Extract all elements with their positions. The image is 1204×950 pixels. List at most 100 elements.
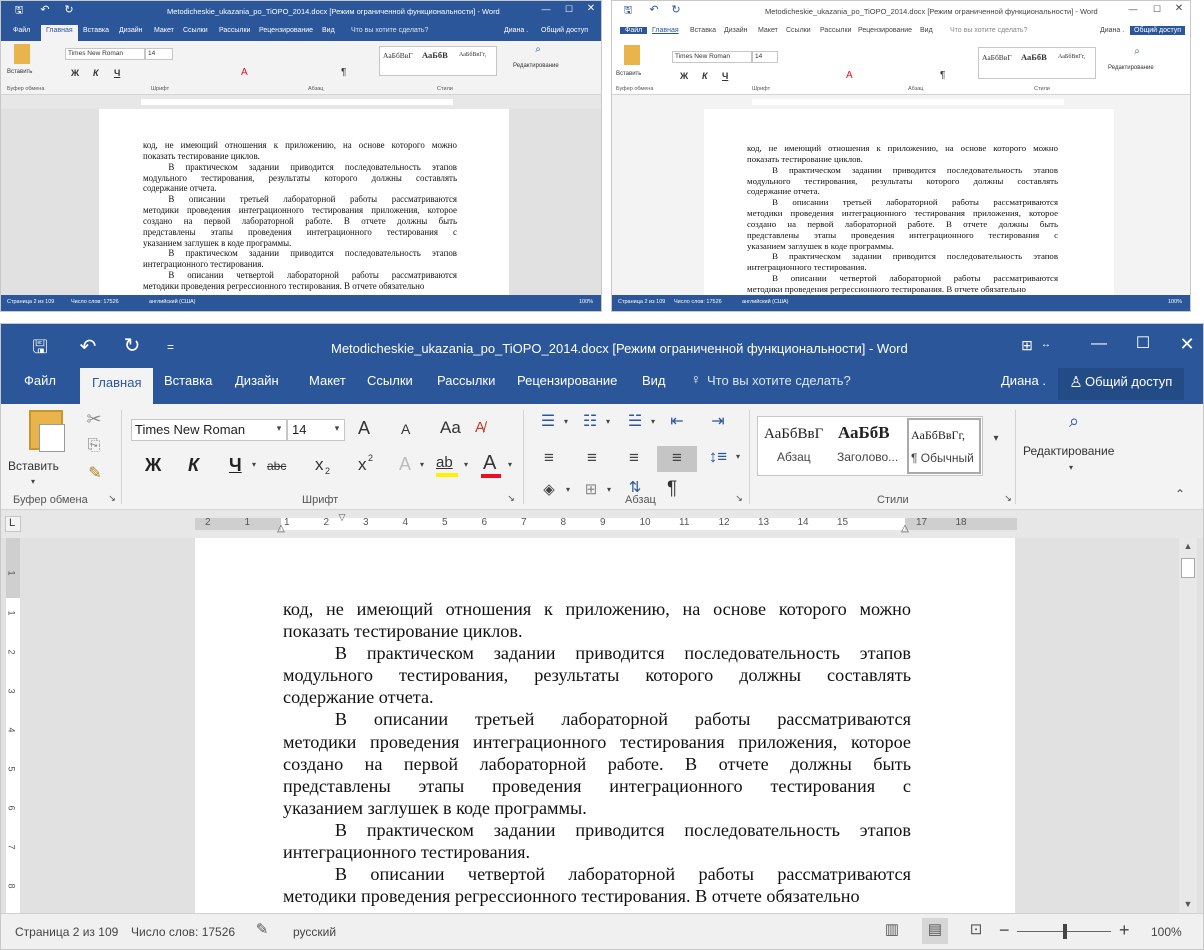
page-count-status[interactable]: Страница 2 из 109 bbox=[618, 299, 665, 305]
align-left-icon[interactable]: ≡ bbox=[538, 449, 560, 466]
underline-button[interactable]: Ч bbox=[229, 455, 242, 476]
tab-mailings[interactable]: Рассылки bbox=[820, 27, 851, 34]
style-sample-normal[interactable]: АаБбВвГг, bbox=[1058, 54, 1085, 60]
proofing-icon[interactable]: ✎ bbox=[253, 922, 271, 937]
tab-references[interactable]: Ссылки bbox=[786, 27, 811, 34]
highlight-button[interactable]: ab bbox=[436, 454, 453, 471]
tab-home[interactable]: Главная bbox=[41, 25, 78, 41]
format-painter-icon[interactable]: ✎ bbox=[85, 466, 105, 482]
borders-dropdown-icon[interactable]: ▾ bbox=[604, 486, 614, 494]
align-right-icon[interactable]: ≡ bbox=[623, 449, 645, 466]
numbering-dropdown-icon[interactable]: ▾ bbox=[603, 418, 613, 426]
document-line[interactable]: методики проведения регрессионного тести… bbox=[283, 885, 911, 907]
document-line[interactable]: интеграционного тестирования. bbox=[283, 841, 911, 863]
maximize-icon[interactable]: ☐ bbox=[1133, 336, 1153, 352]
word-count-status[interactable]: Число слов: 17526 bbox=[674, 299, 722, 305]
style-sample-normal[interactable]: АаБбВвГг, bbox=[459, 52, 486, 58]
superscript-button[interactable]: x bbox=[358, 455, 367, 475]
text-effects-button[interactable]: A bbox=[399, 454, 411, 475]
document-line[interactable]: В практическом задании приводится послед… bbox=[747, 251, 1058, 262]
close-icon[interactable]: ✕ bbox=[1177, 335, 1197, 353]
tab-file[interactable]: Файл bbox=[24, 373, 56, 388]
search-icon[interactable]: ⌕ bbox=[531, 45, 545, 55]
grow-font-button[interactable]: A bbox=[358, 418, 370, 439]
tab-references[interactable]: Ссылки bbox=[183, 27, 208, 34]
align-center-icon[interactable]: ≡ bbox=[581, 449, 603, 466]
tab-file[interactable]: Файл bbox=[13, 27, 30, 34]
editing-label[interactable]: Редактирование bbox=[513, 63, 559, 69]
page-count-status[interactable]: Страница 2 из 109 bbox=[15, 925, 118, 939]
vertical-scrollbar[interactable]: ▲ ▼ bbox=[1179, 538, 1197, 915]
document-line[interactable]: создано на первой лабораторной работе. В… bbox=[747, 219, 1058, 230]
document-line[interactable]: интеграционного тестирования. bbox=[143, 259, 457, 270]
zoom-level[interactable]: 100% bbox=[1151, 925, 1182, 939]
document-line[interactable]: В описании третьей лабораторной работы р… bbox=[747, 197, 1058, 208]
redo-icon[interactable]: ↻ bbox=[63, 5, 75, 16]
document-line[interactable]: содержание отчета. bbox=[283, 686, 911, 708]
redo-icon[interactable]: ↻ bbox=[121, 336, 143, 356]
tab-mailings[interactable]: Рассылки bbox=[219, 27, 250, 34]
tab-home[interactable]: Главная bbox=[80, 368, 154, 404]
style-sample-abzac[interactable]: АаБбВвГ bbox=[982, 53, 1012, 62]
document-line[interactable]: методики проведения интеграционного тест… bbox=[143, 205, 457, 216]
tab-layout[interactable]: Макет bbox=[154, 27, 174, 34]
styles-more-icon[interactable]: ▾ bbox=[989, 434, 1003, 444]
justify-icon[interactable]: ≡ bbox=[666, 449, 688, 466]
document-line[interactable]: показать тестирование циклов. bbox=[283, 620, 911, 642]
tab-view[interactable]: Вид bbox=[322, 27, 335, 34]
document-line[interactable]: методики проведения регрессионного тести… bbox=[143, 281, 457, 292]
zoom-slider-thumb[interactable] bbox=[1063, 924, 1067, 939]
numbering-icon[interactable]: ☷ bbox=[579, 414, 601, 430]
shrink-font-button[interactable]: A bbox=[401, 421, 410, 437]
language-status[interactable]: английский (США) bbox=[149, 299, 196, 305]
scroll-up-icon[interactable]: ▲ bbox=[1182, 542, 1194, 551]
borders-icon[interactable]: ⊞ bbox=[581, 482, 601, 497]
document-line[interactable]: код, не имеющий отношения к приложению, … bbox=[143, 140, 457, 151]
read-mode-icon[interactable]: ▥ bbox=[883, 922, 901, 937]
paste-label[interactable]: Вставить bbox=[8, 459, 59, 473]
document-line[interactable]: В практическом задании приводится послед… bbox=[143, 162, 457, 173]
font-color-button[interactable]: A bbox=[241, 67, 248, 78]
bullets-icon[interactable]: ☰ bbox=[537, 414, 559, 430]
tab-home[interactable]: Главная bbox=[652, 27, 679, 34]
underline-button[interactable]: Ч bbox=[114, 68, 120, 78]
document-line[interactable]: методики проведения интеграционного тест… bbox=[747, 208, 1058, 219]
document-line[interactable]: В описании четвертой лабораторной работы… bbox=[747, 273, 1058, 284]
tab-file[interactable]: Файл bbox=[620, 27, 648, 34]
document-line[interactable]: В практическом задании приводится послед… bbox=[283, 819, 911, 841]
editing-label[interactable]: Редактирование bbox=[1108, 65, 1154, 71]
style-sample-abzac[interactable]: АаБбВвГ bbox=[764, 426, 823, 443]
subscript-button[interactable]: x bbox=[315, 455, 324, 475]
tab-insert[interactable]: Вставка bbox=[690, 27, 716, 34]
italic-button[interactable]: К bbox=[188, 455, 199, 476]
bullets-dropdown-icon[interactable]: ▾ bbox=[561, 418, 571, 426]
paragraph-launcher-icon[interactable]: ↘ bbox=[734, 494, 744, 503]
document-body[interactable]: код, не имеющий отношения к приложению, … bbox=[143, 140, 457, 292]
font-color-button[interactable]: A bbox=[483, 452, 496, 475]
tab-insert[interactable]: Вставка bbox=[164, 373, 212, 388]
clipboard-launcher-icon[interactable]: ↘ bbox=[107, 494, 117, 503]
document-line[interactable]: указанием заглушек в коде программы. bbox=[283, 797, 911, 819]
first-line-indent-marker[interactable]: ▽ bbox=[337, 513, 347, 522]
zoom-out-button[interactable]: − bbox=[999, 920, 1010, 941]
editing-label[interactable]: Редактирование bbox=[1023, 444, 1114, 458]
minimize-icon[interactable]: — bbox=[1128, 5, 1138, 14]
save-icon[interactable]: 🖫 bbox=[13, 6, 25, 16]
editing-dropdown-icon[interactable]: ▾ bbox=[1065, 464, 1077, 472]
clipboard-icon[interactable] bbox=[624, 45, 640, 65]
tab-insert[interactable]: Вставка bbox=[83, 27, 109, 34]
tab-view[interactable]: Вид bbox=[642, 373, 666, 388]
document-page[interactable]: код, не имеющий отношения к приложению, … bbox=[99, 109, 509, 297]
document-line[interactable]: содержание отчета. bbox=[747, 186, 1058, 197]
document-line[interactable]: создано на первой лабораторной работе. В… bbox=[283, 753, 911, 775]
document-page[interactable]: код, не имеющий отношения к приложению, … bbox=[195, 538, 1015, 915]
tab-layout[interactable]: Макет bbox=[758, 27, 778, 34]
document-line[interactable]: В практическом задании приводится послед… bbox=[747, 165, 1058, 176]
style-sample-abzac[interactable]: АаБбВвГ bbox=[383, 51, 413, 60]
italic-button[interactable]: К bbox=[93, 68, 99, 78]
user-name[interactable]: Диана . bbox=[1001, 373, 1046, 388]
multilevel-list-icon[interactable]: ☱ bbox=[624, 414, 646, 430]
styles-launcher-icon[interactable]: ↘ bbox=[1003, 494, 1013, 503]
document-body[interactable]: код, не имеющий отношения к приложению, … bbox=[283, 598, 911, 907]
word-count-status[interactable]: Число слов: 17526 bbox=[131, 925, 235, 939]
